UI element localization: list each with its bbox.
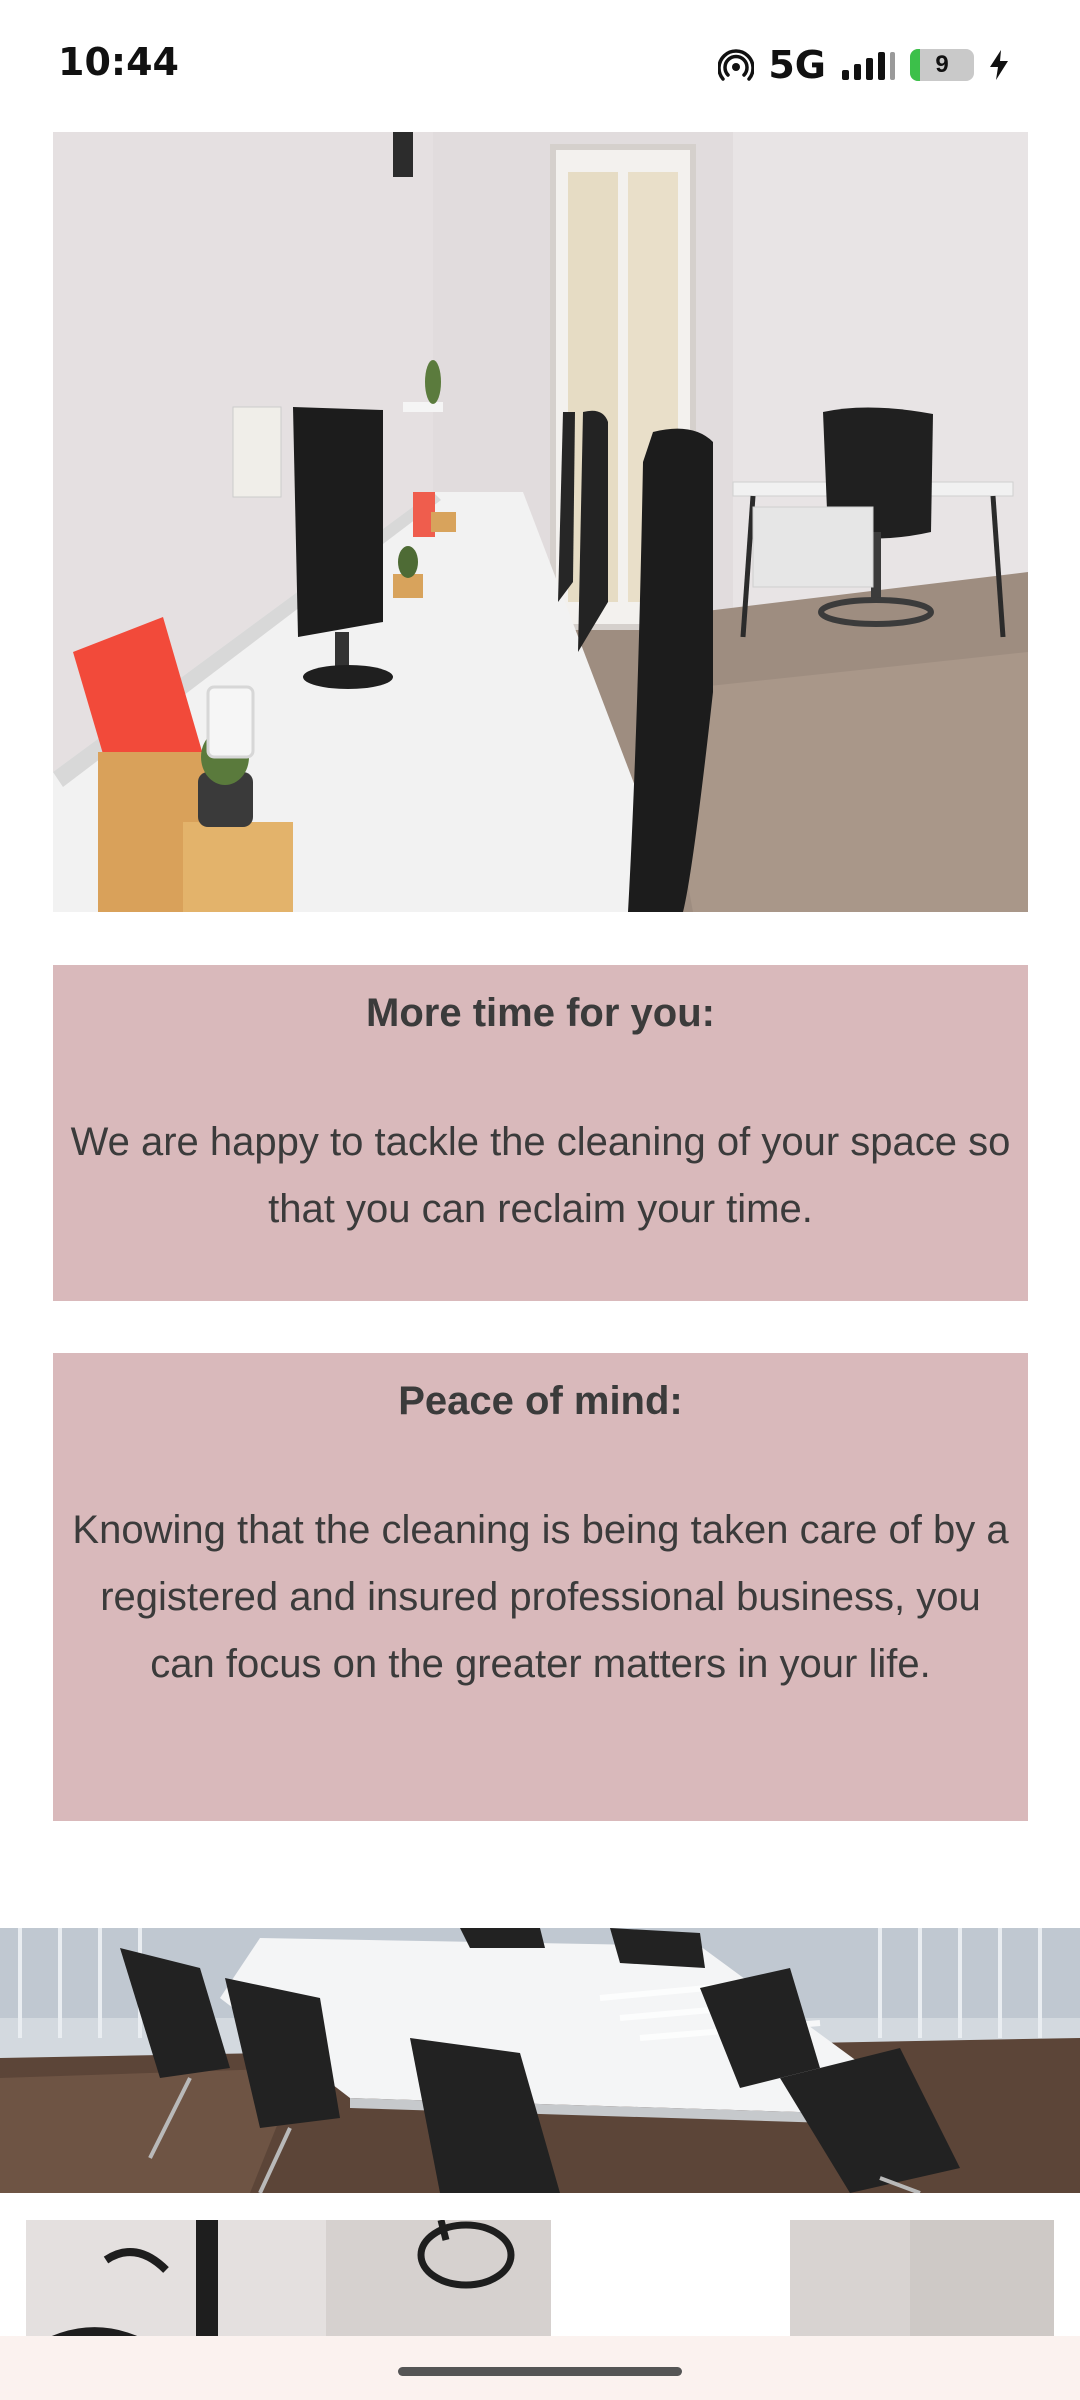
card-body: We are happy to tackle the cleaning of y…	[70, 1120, 1011, 1231]
card-title: More time for you:	[366, 991, 715, 1035]
office-illustration	[53, 132, 1028, 912]
battery-level: 9	[935, 51, 949, 78]
battery-icon: 9	[910, 49, 974, 81]
signal-icon	[842, 52, 895, 80]
office-photo	[53, 132, 1028, 912]
info-card-peace-of-mind: Peace of mind: Knowing that the cleaning…	[53, 1353, 1028, 1821]
info-card-more-time: More time for you: We are happy to tackl…	[53, 965, 1028, 1301]
hotspot-icon	[718, 49, 755, 81]
card-body: Knowing that the cleaning is being taken…	[72, 1508, 1009, 1686]
conference-room-photo	[0, 1928, 1080, 2193]
network-type: 5G	[768, 43, 826, 87]
status-time: 10:44	[58, 40, 179, 84]
status-icons: 5G 9	[718, 40, 1010, 90]
status-bar: 10:44 5G 9	[0, 0, 1080, 130]
home-gesture-handle[interactable]	[398, 2367, 682, 2376]
card-title: Peace of mind:	[398, 1379, 683, 1423]
conference-illustration	[0, 1928, 1080, 2193]
charging-icon	[990, 50, 1008, 80]
